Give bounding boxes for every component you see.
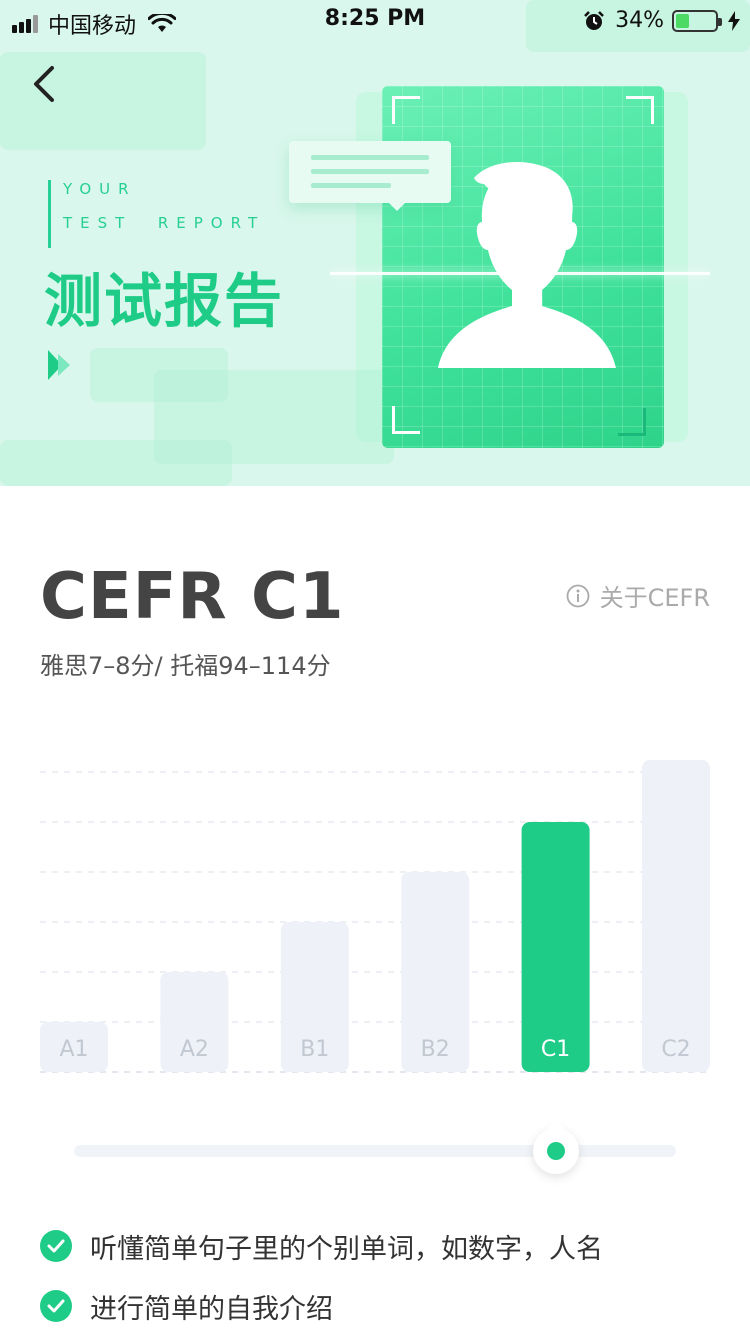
level-slider-knob[interactable] [533,1116,579,1174]
alarm-icon [584,10,604,30]
page-title: 测试报告 [44,267,285,335]
back-button[interactable] [28,64,64,104]
english-title-line-1: YOUR [63,180,137,198]
chat-line [311,155,429,160]
chat-bubble-tail [388,202,406,211]
chat-bubble-illustration [289,141,451,203]
check-circle-icon [40,1290,72,1322]
skill-item: 听懂简单句子里的个别单词，如数字，人名 [40,1216,720,1276]
chat-line [311,183,391,188]
slider-dot [547,1142,565,1160]
battery-percent: 34% [615,8,664,33]
about-cefr-link[interactable]: 关于CEFR [566,578,710,613]
score-equivalents: 雅思7–8分/ 托福94–114分 [40,652,331,680]
scan-corner-bottom-left [392,406,420,434]
skill-text: 进行简单的自我介绍 [90,1293,333,1325]
cefr-level-title: CEFR C1 [40,560,345,634]
english-title: YOUR TEST REPORT [48,180,265,248]
info-icon [566,584,589,607]
bar-label-c2: C2 [661,1037,690,1062]
report-hero-banner: 中国移动 8:25 PM 34% YOUR TEST REPORT 测试报告 [0,0,750,486]
skill-item: 进行简单的自我介绍 [40,1276,720,1334]
check-circle-icon [40,1230,72,1262]
level-slider-track[interactable] [74,1145,676,1157]
skills-list: 听懂简单句子里的个别单词，如数字，人名 进行简单的自我介绍 [40,1216,720,1334]
battery-level-fill [676,13,689,28]
bar-label-a2: A2 [180,1037,209,1062]
bar-c1 [521,822,590,1072]
bar-label-a1: A1 [59,1037,88,1062]
english-title-line-2: TEST REPORT [63,214,266,232]
charging-bolt-icon [728,10,740,31]
chevron-left-icon [34,66,54,102]
skill-text: 听懂简单句子里的个别单词，如数字，人名 [90,1233,603,1265]
double-arrow-icon [48,350,70,380]
scan-corner-top-left [392,96,420,124]
battery-icon [672,9,722,32]
battery-nub [718,17,722,26]
cefr-level-chart: A1 A2 B1 B2 C1 C2 [40,760,710,1073]
decor-bubble [0,440,232,486]
bar-label-b1: B1 [300,1037,329,1062]
chat-line [311,169,429,174]
scan-line [330,272,710,275]
bar-label-c1: C1 [541,1037,570,1062]
person-silhouette-icon [438,162,616,368]
bar-c2 [642,760,710,1072]
status-bar: 中国移动 8:25 PM 34% [0,0,750,40]
status-right: 34% [583,8,740,33]
about-cefr-label: 关于CEFR [599,584,710,612]
bar-label-b2: B2 [421,1037,450,1062]
scan-corner-top-right [626,96,654,124]
scan-corner-bottom-right [618,408,646,436]
